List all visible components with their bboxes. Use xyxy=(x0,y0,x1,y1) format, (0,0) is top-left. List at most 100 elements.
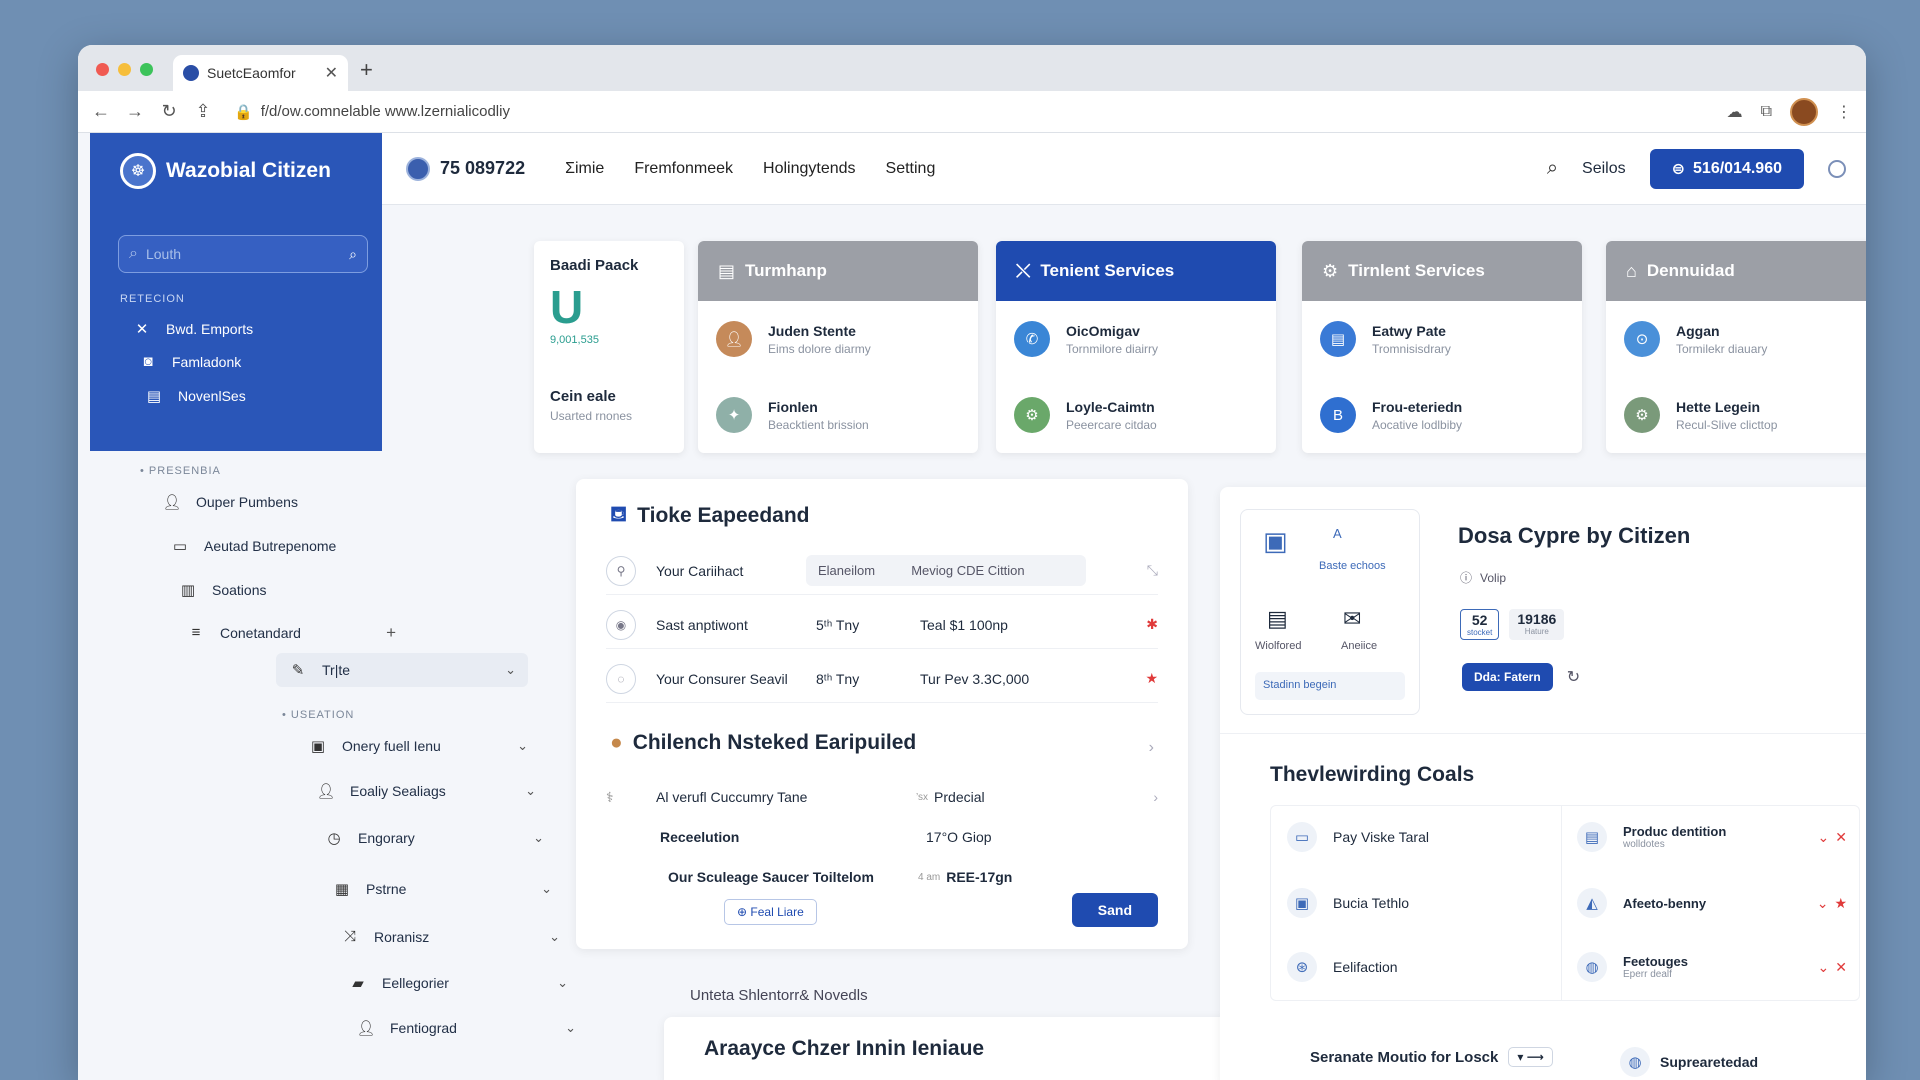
new-tab-icon[interactable]: + xyxy=(360,57,373,83)
sidebar-item-emports[interactable]: ✕ Bwd. Emports xyxy=(132,320,253,338)
chevron-down-icon[interactable]: ⌄ xyxy=(517,738,528,754)
close-tab-icon[interactable]: ✕ xyxy=(325,63,338,83)
icon-label: Aneiice xyxy=(1341,640,1378,652)
star-icon[interactable]: ★ xyxy=(1834,895,1847,912)
start-input[interactable]: Stadinn begein xyxy=(1255,672,1405,700)
goal-item[interactable]: ▤ Produc dentition wolldotes ⌄ ✕ xyxy=(1577,806,1847,868)
service-row[interactable]: ✦ Fionlen Beacktient brission xyxy=(698,377,978,453)
dosa-title: Dosa Cypre by Citizen xyxy=(1458,523,1691,548)
sidebar-item-ouper-pumbens[interactable]: 👤︎ Ouper Pumbens xyxy=(162,493,297,511)
chevron-down-icon[interactable]: ⌄ xyxy=(565,1020,576,1036)
goal-item[interactable]: ▭ Pay Viske Taral xyxy=(1287,806,1429,868)
dda-button[interactable]: Dda: Fatern xyxy=(1462,663,1553,691)
chevron-down-icon[interactable]: ⌄ xyxy=(541,881,552,897)
browser-menu-icon[interactable]: ⋮ xyxy=(1836,102,1852,122)
service-card[interactable]: ⚙ Tirnlent Services ▤ Eatwy Pate Tromnisisd… xyxy=(1302,241,1582,453)
add-icon[interactable]: + xyxy=(386,623,396,643)
share-icon[interactable]: ⇪ xyxy=(194,101,212,122)
reload-icon[interactable]: ↻ xyxy=(160,101,178,122)
goal-item[interactable]: ⊛ Eelifaction xyxy=(1287,936,1398,998)
org-id[interactable]: 75 089722 xyxy=(406,156,525,181)
sidebar-search[interactable]: ⌕ Louth ⌕ xyxy=(118,235,368,273)
contact-input[interactable]: Elaneilom Meviog CDE Cittion xyxy=(806,555,1086,586)
service-card-active[interactable]: ⤬ Tenient Services ✆ OicOmigav Tornmilore d… xyxy=(996,241,1276,453)
service-row[interactable]: ⚙ Loyle-Caimtn Peeercare citdao xyxy=(996,377,1276,453)
goal-item[interactable]: ▣ Bucia Tethlo xyxy=(1287,872,1409,934)
sidebar-item-aeutad[interactable]: ▭ Aeutad Butrepenome xyxy=(170,537,336,555)
chevron-down-icon[interactable]: ⌄ xyxy=(533,830,544,846)
service-row[interactable]: ✆ OicOmigav Tornmilore diairry xyxy=(996,301,1276,377)
refresh-icon[interactable]: ↻ xyxy=(1567,667,1580,687)
sidebar-item-famladonk[interactable]: ◙ Famladonk xyxy=(138,353,241,370)
row-value: Teal $1 100np xyxy=(920,616,1008,633)
chevron-down-icon[interactable]: ⌄ xyxy=(1818,959,1830,976)
expand-icon[interactable]: ⤡ xyxy=(1147,562,1158,579)
nav-link-home[interactable]: Σimie xyxy=(565,160,604,178)
pack-card[interactable]: Baadi Paack U 9,001,535 Cein eale Usarte… xyxy=(534,241,684,453)
forward-icon[interactable]: → xyxy=(126,101,144,122)
nav-link-setting[interactable]: Setting xyxy=(886,160,936,178)
help-icon[interactable] xyxy=(1828,159,1846,178)
sidebar-item-roranisz[interactable]: ⤨ Roranisz ⌄ xyxy=(340,928,560,945)
mail-icon[interactable]: ✉ xyxy=(1343,606,1361,632)
chevron-down-icon[interactable]: ⌄ xyxy=(525,783,536,799)
search-icon[interactable]: ⌕ xyxy=(1547,157,1558,180)
info-icon[interactable]: › xyxy=(1149,739,1154,757)
id-card-icon[interactable]: ▣ xyxy=(1263,526,1288,557)
sidebar-item-pstrne[interactable]: ▦ Pstrne ⌄ xyxy=(332,880,552,898)
seilos-link[interactable]: Seilos xyxy=(1582,160,1626,178)
clipboard-icon[interactable]: ▤ xyxy=(1267,606,1288,632)
back-icon[interactable]: ← xyxy=(92,101,110,122)
service-row[interactable]: B Frou-eteriedn Aocative lodlbiby xyxy=(1302,377,1582,453)
chevron-down-icon[interactable]: ⌄ xyxy=(557,975,568,991)
nav-link-holingytends[interactable]: Holingytends xyxy=(763,160,856,178)
service-row[interactable]: ⚙ Hette Legein Recul-Slive clicttop xyxy=(1606,377,1866,453)
sidebar-item-trte[interactable]: ✎ Tr|te ⌄ xyxy=(276,653,528,687)
table-row[interactable]: ◉ Sast anptiwont 5ᵗʰ Tny Teal $1 100np ✱ xyxy=(606,601,1158,649)
chevron-down-icon[interactable]: ⌄ xyxy=(505,662,516,678)
minimize-window-button[interactable] xyxy=(118,63,131,76)
nav-link-fremfonmeek[interactable]: Fremfonmeek xyxy=(634,160,733,178)
sidebar-item-engorary[interactable]: ◷ Engorary ⌄ xyxy=(324,829,544,847)
sidebar-item-eoaliy[interactable]: 👤︎ Eoaliy Sealiags ⌄ xyxy=(316,782,536,800)
goal-item[interactable]: ◍ Feetouges Eperr dealf ⌄ ✕ xyxy=(1577,936,1847,998)
account-button[interactable]: ⊜ 516/014.960 xyxy=(1649,148,1804,189)
star-icon[interactable]: ✱ xyxy=(1146,616,1158,633)
sidebar-item-eellegorier[interactable]: ▰ Eellegorier ⌄ xyxy=(348,974,568,992)
search-submit-icon[interactable]: ⌕ xyxy=(349,246,357,263)
url-field[interactable]: 🔒 f/d/ow.comnelable www.lzernialicodliy xyxy=(234,103,1727,121)
service-row[interactable]: 👤︎ Juden Stente Eims dolore diarmy xyxy=(698,301,978,377)
maximize-window-button[interactable] xyxy=(140,63,153,76)
browser-tab[interactable]: SuetcEaomfor ✕ xyxy=(173,55,348,91)
table-row[interactable]: ◌ Your Consurer Seavil 8ᵗʰ Tny Tur Pev 3… xyxy=(606,655,1158,703)
chevron-right-icon[interactable]: › xyxy=(1153,789,1158,805)
sidebar-item-fentiograd[interactable]: 👤︎ Fentiograd ⌄ xyxy=(356,1019,576,1037)
goals-footer-right[interactable]: ◍ Suprearetedad xyxy=(1620,1047,1758,1077)
service-card[interactable]: ⌂ Dennuidad ⊙ Aggan Tormilekr diauary ⚙ Hett… xyxy=(1606,241,1866,453)
chevron-down-icon[interactable]: ⌄ xyxy=(1817,895,1829,912)
star-icon[interactable]: ★ xyxy=(1145,670,1158,687)
service-row[interactable]: ▤ Eatwy Pate Tromnisisdrary xyxy=(1302,301,1582,377)
sidebar-item-soations[interactable]: ▥ Soations xyxy=(178,581,267,599)
chevron-down-icon[interactable]: ⌄ xyxy=(549,929,560,945)
send-button[interactable]: Sand xyxy=(1071,893,1158,927)
dna-icon: ⚕ xyxy=(606,788,614,805)
sidebar-item-conetandard[interactable]: ≡ Conetandard + xyxy=(186,623,396,643)
sidebar-item-onery[interactable]: ▣ Onery fuell Ienu ⌄ xyxy=(308,737,528,755)
service-card[interactable]: ▤ Turmhanp 👤︎ Juden Stente Eims dolore diar… xyxy=(698,241,978,453)
dropdown-control[interactable]: ▾ ⟶ xyxy=(1508,1047,1553,1067)
goal-item[interactable]: ◭ Afeeto-benny ⌄ ★ xyxy=(1577,872,1847,934)
extensions-puzzle-icon[interactable]: ⧉ xyxy=(1761,103,1772,121)
close-icon[interactable]: ✕ xyxy=(1835,959,1847,976)
service-row[interactable]: ⊙ Aggan Tormilekr diauary xyxy=(1606,301,1866,377)
profile-avatar[interactable] xyxy=(1790,97,1818,126)
goal-label: Afeeto-benny xyxy=(1623,895,1707,911)
brand[interactable]: ☸ Wazobial Citizen xyxy=(120,153,331,189)
close-window-button[interactable] xyxy=(96,63,109,76)
extension-icon[interactable]: ☁ xyxy=(1727,102,1743,122)
feal-button[interactable]: ⊕ Feal Liare xyxy=(724,899,817,925)
footer-link[interactable]: Unteta Shlentorr& Novedls xyxy=(690,987,868,1004)
chevron-down-icon[interactable]: ⌄ xyxy=(1818,829,1830,846)
sidebar-item-novenlses[interactable]: ▤ NovenlSes xyxy=(144,387,246,405)
close-icon[interactable]: ✕ xyxy=(1835,829,1847,846)
